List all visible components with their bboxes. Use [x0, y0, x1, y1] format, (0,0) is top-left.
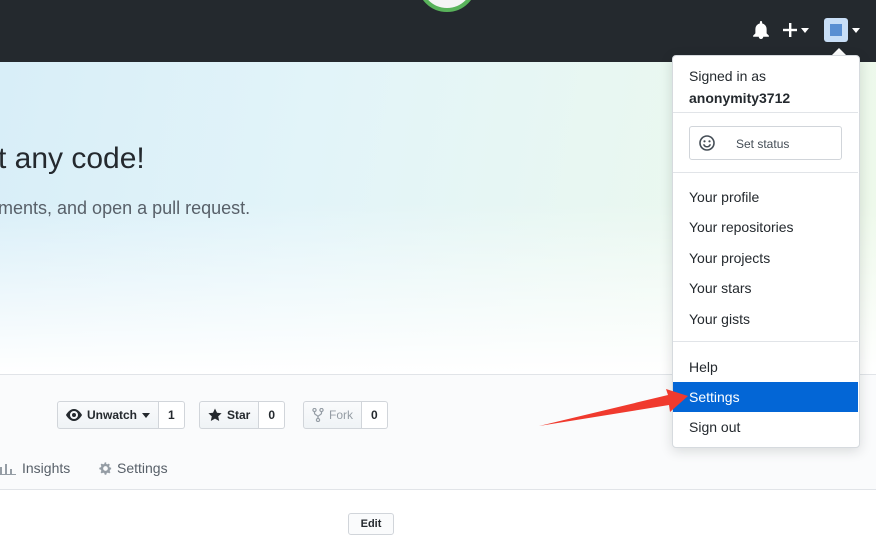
tab-insights-label: Insights	[22, 460, 71, 476]
chevron-down-icon	[852, 28, 860, 33]
global-header	[0, 0, 876, 62]
fork-label: Fork	[329, 408, 353, 422]
graph-icon	[0, 461, 18, 475]
stars-count[interactable]: 0	[259, 401, 286, 429]
bell-icon[interactable]	[752, 21, 770, 39]
smiley-icon	[699, 135, 715, 156]
star-button-group: Star 0	[199, 401, 286, 429]
menu-item-your-gists[interactable]: Your gists	[673, 304, 858, 334]
menu-item-your-repositories[interactable]: Your repositories	[673, 212, 858, 242]
fork-icon	[312, 408, 324, 422]
user-menu-toggle[interactable]	[824, 18, 862, 42]
tab-insights[interactable]: Insights	[0, 460, 70, 476]
tab-settings[interactable]: Settings	[98, 460, 168, 476]
watch-button-group: Unwatch 1	[57, 401, 185, 429]
hero-title: t any code!	[0, 142, 145, 175]
set-status-button[interactable]: Set status	[689, 126, 842, 160]
eye-icon	[66, 409, 82, 421]
dropdown-caret	[832, 48, 846, 55]
edit-button[interactable]: Edit	[348, 513, 394, 535]
menu-item-your-stars[interactable]: Your stars	[673, 273, 858, 303]
menu-divider	[673, 341, 858, 342]
hero-subtitle: ments, and open a pull request.	[0, 198, 251, 218]
menu-item-help[interactable]: Help	[673, 352, 858, 382]
menu-item-your-profile[interactable]: Your profile	[673, 182, 858, 212]
chevron-down-icon	[801, 28, 809, 33]
forks-count[interactable]: 0	[362, 401, 388, 429]
star-icon	[208, 408, 222, 422]
tab-settings-label: Settings	[117, 460, 168, 476]
gear-icon	[98, 461, 113, 476]
fork-button-group: Fork 0	[303, 401, 388, 429]
star-button[interactable]: Star	[199, 401, 260, 429]
plus-icon	[783, 23, 797, 37]
chevron-down-icon	[142, 412, 151, 418]
create-new-button[interactable]	[782, 19, 812, 41]
menu-item-sign-out[interactable]: Sign out	[673, 412, 858, 442]
menu-item-your-projects[interactable]: Your projects	[673, 243, 858, 273]
set-status-label: Set status	[736, 137, 790, 151]
menu-divider	[673, 112, 858, 113]
menu-divider	[673, 172, 858, 173]
menu-item-settings[interactable]: Settings	[673, 382, 858, 412]
unwatch-button[interactable]: Unwatch	[57, 401, 160, 429]
star-label: Star	[227, 408, 251, 422]
unwatch-label: Unwatch	[87, 408, 138, 422]
watchers-count[interactable]: 1	[159, 401, 185, 429]
avatar-pattern	[830, 24, 842, 36]
avatar	[824, 18, 848, 42]
username: anonymity3712	[689, 90, 791, 106]
fork-button[interactable]: Fork	[303, 401, 362, 429]
signed-in-label: Signed in as	[689, 68, 767, 84]
avatar-partial-icon	[423, 0, 471, 12]
